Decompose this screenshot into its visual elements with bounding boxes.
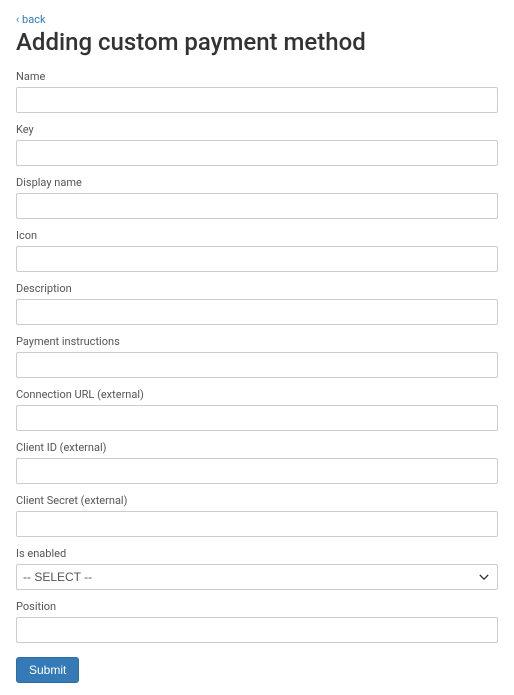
label-client-secret: Client Secret (external) bbox=[16, 494, 498, 507]
label-display-name: Display name bbox=[16, 176, 498, 189]
label-payment-instructions: Payment instructions bbox=[16, 335, 498, 348]
field-payment-instructions: Payment instructions bbox=[16, 335, 498, 378]
label-description: Description bbox=[16, 282, 498, 295]
payment-method-form: Name Key Display name Icon Description P… bbox=[16, 70, 498, 683]
submit-button[interactable]: Submit bbox=[16, 657, 79, 683]
field-name: Name bbox=[16, 70, 498, 113]
back-link[interactable]: ‹ back bbox=[16, 13, 46, 26]
label-position: Position bbox=[16, 600, 498, 613]
input-payment-instructions[interactable] bbox=[16, 352, 498, 378]
input-description[interactable] bbox=[16, 299, 498, 325]
field-client-id: Client ID (external) bbox=[16, 441, 498, 484]
label-key: Key bbox=[16, 123, 498, 136]
field-description: Description bbox=[16, 282, 498, 325]
label-client-id: Client ID (external) bbox=[16, 441, 498, 454]
input-icon[interactable] bbox=[16, 246, 498, 272]
field-position: Position bbox=[16, 600, 498, 643]
field-client-secret: Client Secret (external) bbox=[16, 494, 498, 537]
input-client-id[interactable] bbox=[16, 458, 498, 484]
page-title: Adding custom payment method bbox=[16, 28, 498, 56]
input-connection-url[interactable] bbox=[16, 405, 498, 431]
label-connection-url: Connection URL (external) bbox=[16, 388, 498, 401]
input-name[interactable] bbox=[16, 87, 498, 113]
field-icon: Icon bbox=[16, 229, 498, 272]
input-position[interactable] bbox=[16, 617, 498, 643]
field-connection-url: Connection URL (external) bbox=[16, 388, 498, 431]
label-name: Name bbox=[16, 70, 498, 83]
field-is-enabled: Is enabled -- SELECT -- bbox=[16, 547, 498, 590]
input-key[interactable] bbox=[16, 140, 498, 166]
field-key: Key bbox=[16, 123, 498, 166]
input-display-name[interactable] bbox=[16, 193, 498, 219]
select-is-enabled[interactable]: -- SELECT -- bbox=[16, 564, 498, 590]
input-client-secret[interactable] bbox=[16, 511, 498, 537]
field-display-name: Display name bbox=[16, 176, 498, 219]
label-is-enabled: Is enabled bbox=[16, 547, 498, 560]
label-icon: Icon bbox=[16, 229, 498, 242]
